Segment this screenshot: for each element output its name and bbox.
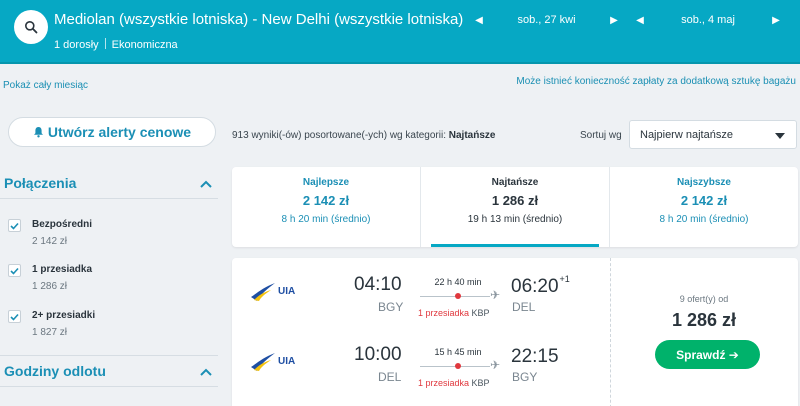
departure-time: 10:00 [354,344,402,365]
direct-checkbox[interactable] [8,219,21,232]
results-category: Najtańsze [448,130,496,141]
bell-icon [33,127,43,138]
tab-name: Najtańsze [491,177,539,188]
sort-tabs: Najlepsze 2 142 zł 8 h 20 min (średnio) … [232,167,798,247]
outbound-leg: UIA 04:10 BGY 22 h 40 min ✈ 1 przesiadka… [232,274,610,324]
one-stop-checkbox[interactable] [8,264,21,277]
tab-fastest[interactable]: Najszybsze 2 142 zł 8 h 20 min (średnio) [609,167,798,247]
create-price-alert-button[interactable]: Utwórz alerty cenowe [8,117,216,147]
airline-logo: UIA [250,350,300,372]
departure-divider [0,386,218,387]
depart-date[interactable]: sob., 27 kwi [484,14,609,26]
stop-dot-icon [455,293,461,299]
tab-cheapest[interactable]: Najtańsze 1 286 zł 19 h 13 min (średnio) [420,167,609,247]
return-leg: UIA 10:00 DEL 15 h 45 min ✈ 1 przesiadka… [232,344,610,394]
arrival-airport: BGY [512,370,538,384]
filter-price: 2 142 zł [32,236,68,247]
filter-label: Bezpośredni [32,219,93,230]
return-date-selector: ◀ sob., 4 maj ▶ [635,12,781,28]
tab-duration: 19 h 13 min (średnio) [467,214,563,225]
route-title[interactable]: Mediolan (wszystkie lotniska) - New Delh… [54,11,463,28]
tab-duration: 8 h 20 min (średnio) [659,214,749,225]
depart-prev-arrow-icon[interactable]: ◀ [474,15,484,26]
return-date[interactable]: sob., 4 maj [645,14,771,26]
arrival-airport: DEL [512,300,536,314]
connections-divider [0,198,218,199]
airline-logo: UIA [250,280,300,302]
departure-airport: BGY [378,300,404,314]
stop-airport: KBP [471,378,490,388]
departure-airport: DEL [378,370,402,384]
two-plus-stops-checkbox[interactable] [8,310,21,323]
checkmark-icon [10,222,19,230]
day-offset: +1 [559,274,570,284]
result-price: 1 286 zł [671,310,737,330]
flight-duration: 22 h 40 min [434,277,482,287]
depart-next-arrow-icon[interactable]: ▶ [609,15,619,26]
search-summary[interactable]: 1 dorosły Ekonomiczna [54,38,178,51]
tab-name: Najszybsze [677,177,731,188]
stops-info: 1 przesiadka KBP [418,378,490,388]
search-header: Mediolan (wszystkie lotniska) - New Delh… [0,0,800,64]
checkmark-icon [10,313,19,321]
check-deal-button[interactable]: Sprawdź ➔ [655,340,760,369]
caret-down-icon [775,133,785,139]
departure-time: 04:10 [354,274,402,295]
sort-selected-value: Najpierw najtańsze [640,129,733,141]
departure-times-chevron-up-icon[interactable] [199,367,213,377]
stop-airport: KBP [471,308,490,318]
airline-name: UIA [278,356,296,367]
results-count-text: 913 wyniki(-ów) posortowane(-ych) wg kat… [232,130,446,141]
departure-times-title[interactable]: Godziny odlotu [4,363,106,379]
tab-price: 2 142 zł [302,193,350,208]
filter-price: 1 827 zł [32,327,68,338]
passengers-text: 1 dorosły [54,39,99,51]
tab-duration: 8 h 20 min (średnio) [281,214,371,225]
offers-count: 9 ofert(y) od [679,294,729,304]
plane-icon: ✈ [490,288,501,302]
flight-duration: 15 h 45 min [434,347,482,357]
depart-date-selector: ◀ sob., 27 kwi ▶ [474,12,619,28]
arrival-time-wrap: 22:15 [511,344,560,368]
sort-label: Sortuj wg [580,130,622,141]
stops-count: 1 przesiadka [418,308,470,318]
baggage-notice-link[interactable]: Może istnieć konieczność zapłaty za doda… [516,76,796,87]
card-divider [610,258,611,406]
search-icon [25,21,38,34]
uia-logo-icon [251,353,275,371]
cabin-class-text: Ekonomiczna [111,39,178,51]
filters-divider [0,355,218,356]
flight-result-card[interactable]: UIA 04:10 BGY 22 h 40 min ✈ 1 przesiadka… [232,258,798,406]
airline-name: UIA [278,286,296,297]
sort-select[interactable]: Najpierw najtańsze [629,120,797,149]
filter-price: 1 286 zł [32,281,68,292]
tab-best[interactable]: Najlepsze 2 142 zł 8 h 20 min (średnio) [232,167,420,247]
filter-label: 2+ przesiadki [32,310,96,321]
connections-chevron-up-icon[interactable] [199,179,213,189]
tab-name: Najlepsze [302,177,350,188]
return-next-arrow-icon[interactable]: ▶ [771,15,781,26]
create-price-alert-label: Utwórz alerty cenowe [47,124,192,140]
connections-title[interactable]: Połączenia [4,175,76,191]
results-count: 913 wyniki(-ów) posortowane(-ych) wg kat… [232,130,495,141]
uia-logo-icon [251,283,275,301]
stops-count: 1 przesiadka [418,378,470,388]
plane-icon: ✈ [490,358,501,372]
tab-price: 1 286 zł [491,193,539,208]
return-prev-arrow-icon[interactable]: ◀ [635,15,645,26]
stops-info: 1 przesiadka KBP [418,308,490,318]
stop-dot-icon [455,363,461,369]
checkmark-icon [10,267,19,275]
arrival-time: 22:15 [511,346,559,367]
filter-label: 1 przesiadka [32,264,93,275]
tab-price: 2 142 zł [680,193,728,208]
arrival-time-wrap: 06:20+1 [511,274,570,298]
search-button[interactable] [14,10,48,44]
arrival-time: 06:20 [511,276,559,297]
show-month-link[interactable]: Pokaż cały miesiąc [3,80,88,91]
